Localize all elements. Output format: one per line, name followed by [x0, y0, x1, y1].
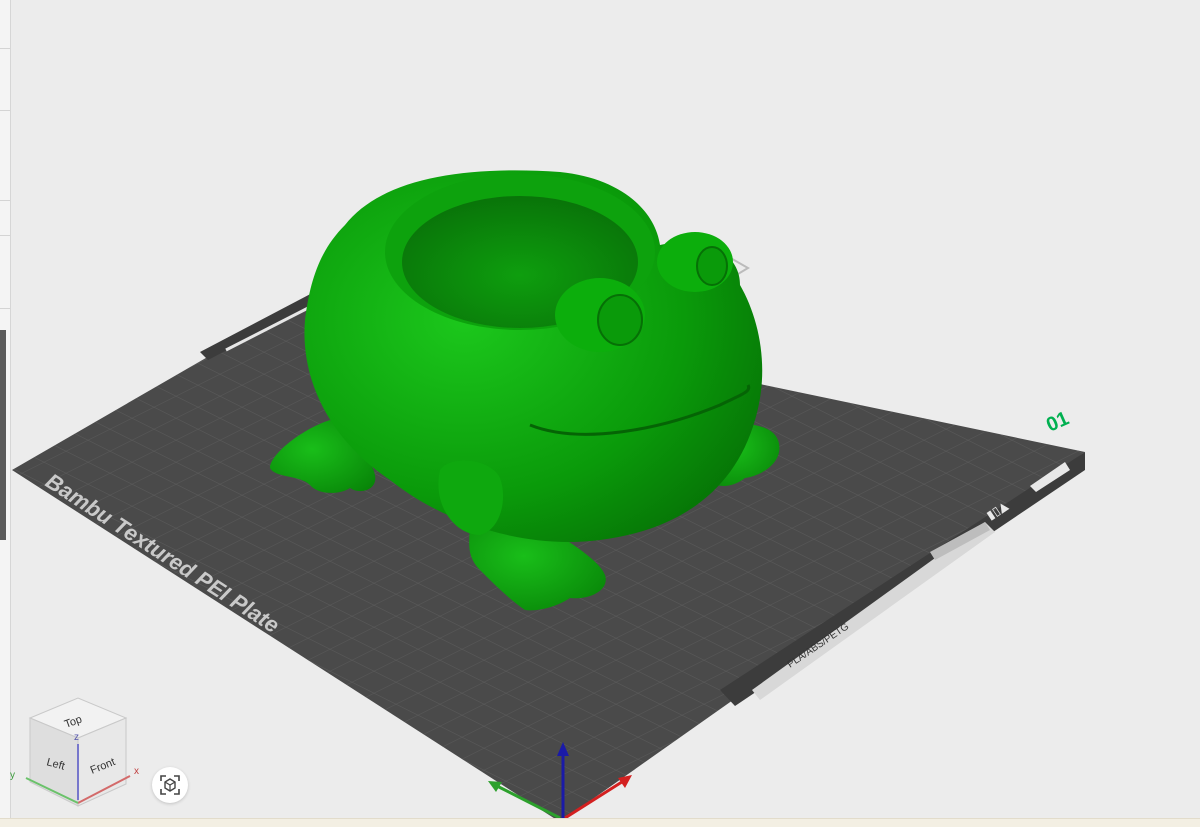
- view-cube-axis-y-label: y: [10, 770, 15, 781]
- camera-reset-icon: [160, 775, 180, 795]
- frog-right-eye: [696, 246, 728, 286]
- plate-number: 01: [1043, 407, 1072, 436]
- 3d-viewport[interactable]: PLA/ABS/PETG ▮▯▲ Bambu Textured PEI Plat…: [0, 0, 1200, 826]
- view-cube-axis-z-label: z: [74, 732, 79, 743]
- view-cube[interactable]: Top Left Front z x y: [10, 697, 139, 807]
- camera-reset-button[interactable]: [152, 767, 188, 803]
- view-cube-axis-x-label: x: [134, 766, 139, 777]
- frog-left-eye: [597, 294, 643, 346]
